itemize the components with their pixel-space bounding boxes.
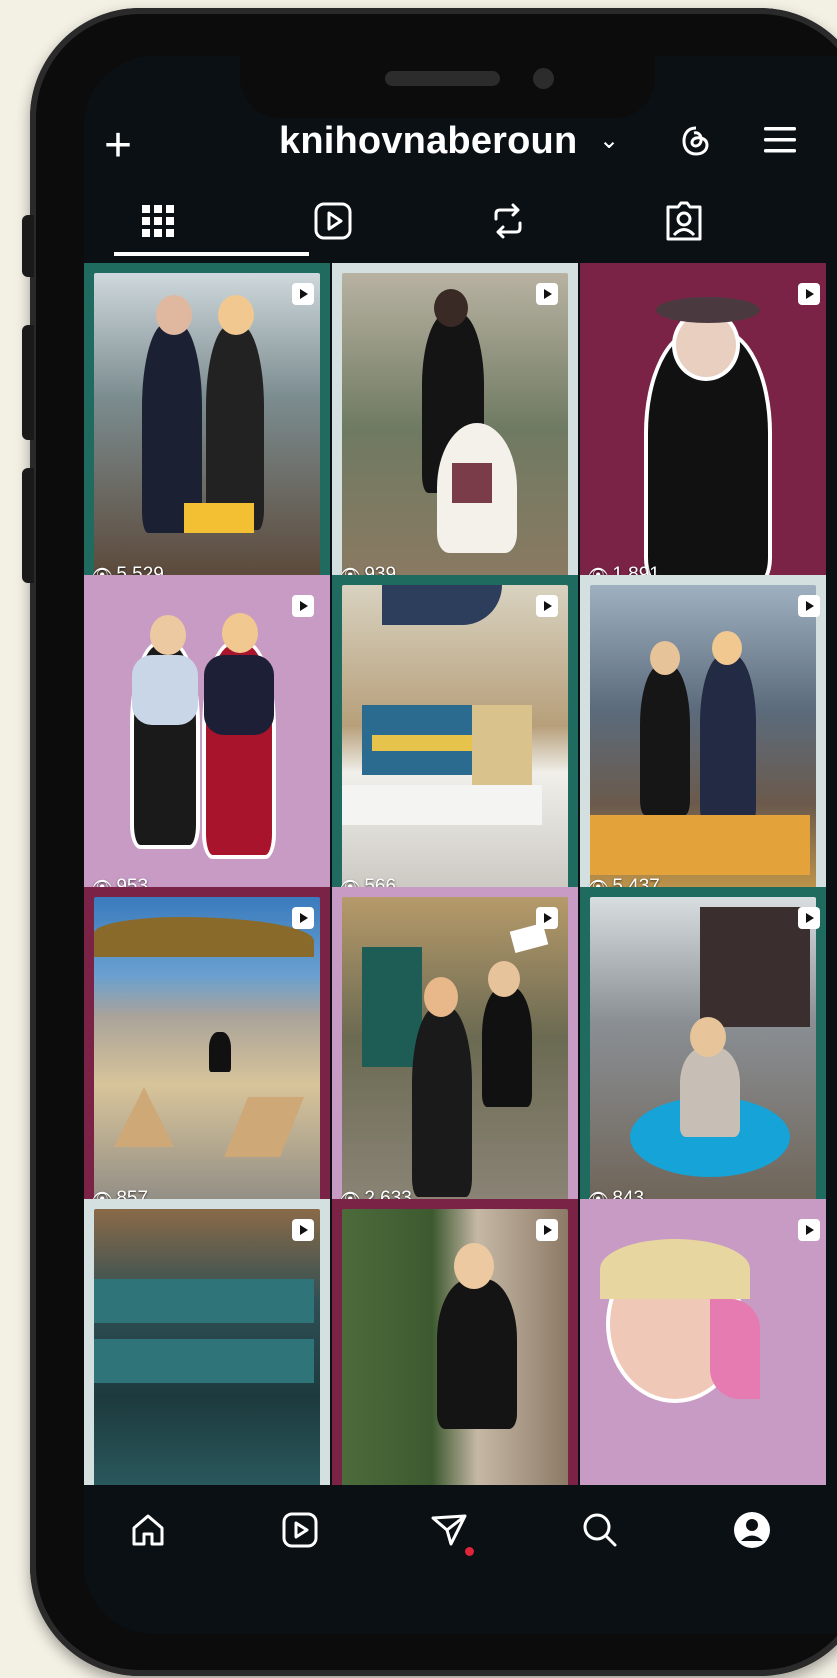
reels-tab-icon[interactable] — [311, 199, 355, 243]
post-tile[interactable]: 👁857 — [84, 887, 330, 1220]
tagged-icon[interactable] — [662, 199, 706, 243]
reel-indicator-icon — [798, 1219, 820, 1241]
reels-icon[interactable] — [280, 1510, 320, 1550]
front-camera — [533, 68, 554, 89]
post-tile[interactable] — [332, 1199, 578, 1493]
reel-indicator-icon — [798, 595, 820, 617]
post-tile[interactable]: 👁5 529 — [84, 263, 330, 596]
post-tile[interactable] — [84, 1199, 330, 1493]
post-tile[interactable]: 👁843 — [580, 887, 826, 1220]
profile-icon[interactable] — [732, 1510, 772, 1550]
reel-indicator-icon — [536, 1219, 558, 1241]
phone-notch — [240, 56, 655, 118]
hamburger-menu-icon[interactable] — [762, 124, 798, 156]
reel-indicator-icon — [536, 907, 558, 929]
reel-indicator-icon — [292, 595, 314, 617]
plus-icon[interactable]: + — [104, 122, 132, 170]
profile-username[interactable]: knihovnaberoun — [279, 120, 577, 163]
chevron-down-icon[interactable]: ⌄ — [599, 126, 619, 155]
threads-icon[interactable] — [679, 124, 713, 158]
reel-indicator-icon — [292, 1219, 314, 1241]
post-tile[interactable]: 👁566 — [332, 575, 578, 908]
home-icon[interactable] — [128, 1510, 168, 1550]
profile-header: + knihovnaberoun ⌄ — [84, 110, 837, 190]
reel-indicator-icon — [292, 907, 314, 929]
post-tile[interactable]: 👁5 437 — [580, 575, 826, 908]
post-tile[interactable]: 👁939 — [332, 263, 578, 596]
post-tile[interactable]: 👁2 633 — [332, 887, 578, 1220]
grid-icon[interactable] — [136, 199, 180, 243]
reel-indicator-icon — [292, 283, 314, 305]
post-tile[interactable]: 👁1 891 — [580, 263, 826, 596]
phone-mute-switch — [22, 215, 34, 277]
repost-icon[interactable] — [486, 199, 530, 243]
phone-volume-down — [22, 468, 34, 583]
speaker-grille — [385, 71, 500, 86]
post-tile[interactable] — [580, 1199, 826, 1493]
reel-indicator-icon — [798, 283, 820, 305]
notification-dot — [465, 1547, 474, 1556]
active-tab-indicator — [114, 252, 309, 256]
post-tile[interactable]: 👁953 — [84, 575, 330, 908]
bottom-navigation — [84, 1485, 837, 1575]
profile-tabs — [84, 195, 837, 256]
reel-indicator-icon — [536, 595, 558, 617]
search-icon[interactable] — [580, 1510, 620, 1550]
reel-indicator-icon — [798, 907, 820, 929]
phone-volume-up — [22, 325, 34, 440]
send-icon[interactable] — [429, 1510, 469, 1550]
posts-grid: 👁5 529 👁939 👁1 891 — [84, 263, 837, 1493]
reel-indicator-icon — [536, 283, 558, 305]
